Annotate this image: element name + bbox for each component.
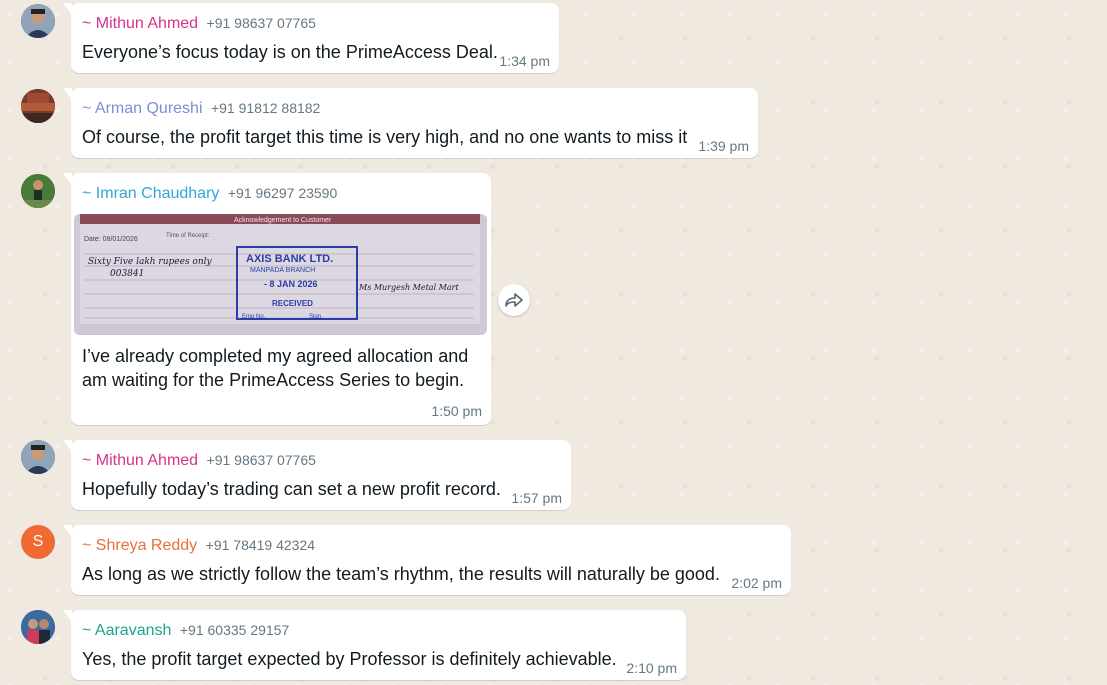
message-time: 1:57 pm [511,490,562,506]
receipt-date: Date: 08/01/2026 [84,236,138,243]
receipt-image[interactable]: Acknowledgement to Customer Date: 08/01/… [74,214,487,335]
message-text: Yes, the profit target expected by Profe… [82,649,617,669]
receipt-beneficiary: Ms Murgesh Metal Mart [358,283,459,292]
message-text-line: am waiting for the PrimeAccess Series to… [82,370,465,390]
message-time: 2:02 pm [731,575,782,591]
message-time: 1:39 pm [698,138,749,154]
sender-line: ~ Mithun Ahmed +91 98637 07765 [82,452,316,470]
sender-name[interactable]: ~ Aaravansh [82,622,171,639]
sender-name[interactable]: ~ Mithun Ahmed [82,15,198,32]
message-text: Of course, the profit target this time i… [82,127,688,147]
avatar[interactable] [21,174,55,208]
message-bubble[interactable]: ~ Shreya Reddy +91 78419 42324 As long a… [63,525,791,595]
sender-name[interactable]: ~ Mithun Ahmed [82,452,198,469]
message-bubble[interactable]: ~ Aaravansh +91 60335 29157 Yes, the pro… [63,610,686,680]
sender-phone: +91 96297 23590 [227,185,338,201]
message-bubble[interactable]: ~ Mithun Ahmed +91 98637 07765 Everyone’… [63,3,559,73]
bank-stamp-date: - 8 JAN 2026 [264,279,318,289]
avatar[interactable] [21,610,55,644]
receipt-photo: Acknowledgement to Customer Date: 08/01/… [74,214,487,335]
receipt-handwriting-amount: Sixty Five lakh rupees only [88,257,213,267]
receipt-header: Acknowledgement to Customer [234,217,332,224]
sender-phone: +91 91812 88182 [210,100,321,116]
sender-phone: +91 98637 07765 [206,452,316,468]
sender-phone: +91 98637 07765 [206,15,316,31]
receipt-time-label: Time of Receipt: [166,233,210,239]
message-time: 1:50 pm [431,403,482,419]
forward-icon [505,293,523,307]
avatar[interactable]: S [21,525,55,559]
forward-button[interactable] [498,284,530,316]
sender-phone: +91 60335 29157 [179,622,290,638]
sender-name[interactable]: ~ Shreya Reddy [82,537,197,554]
avatar-letter: S [32,533,44,550]
sender-line: ~ Shreya Reddy +91 78419 42324 [82,537,315,555]
message-text: Everyone’s focus today is on the PrimeAc… [82,42,498,62]
message-text: Hopefully today’s trading can set a new … [82,479,501,499]
bank-stamp-branch: MANPADA BRANCH [250,267,315,274]
bank-stamp-received: RECEIVED [272,299,313,308]
message-text: As long as we strictly follow the team’s… [82,564,720,584]
sender-phone: +91 78419 42324 [205,537,316,553]
receipt-cheque-number: 003841 [110,269,144,279]
sender-line: ~ Aaravansh +91 60335 29157 [82,622,289,640]
avatar[interactable] [21,440,55,474]
avatar[interactable] [21,4,55,38]
bank-stamp-title: AXIS BANK LTD. [246,253,333,265]
message-bubble[interactable]: ~ Mithun Ahmed +91 98637 07765 Hopefully… [63,440,571,510]
bank-stamp-emp: Emp No. [242,314,266,320]
sender-name[interactable]: ~ Arman Qureshi [82,100,203,117]
message-time: 1:34 pm [499,53,550,69]
sender-line: ~ Imran Chaudhary +91 96297 23590 [82,185,337,203]
avatar[interactable] [21,89,55,123]
message-time: 2:10 pm [626,660,677,676]
sender-line: ~ Mithun Ahmed +91 98637 07765 [82,15,316,33]
sender-name[interactable]: ~ Imran Chaudhary [82,185,219,202]
bank-stamp-sign: Sign [309,314,321,320]
sender-line: ~ Arman Qureshi +91 91812 88182 [82,100,320,118]
message-bubble[interactable]: ~ Imran Chaudhary +91 96297 23590 Acknow… [63,173,491,425]
message-bubble[interactable]: ~ Arman Qureshi +91 91812 88182 Of cours… [63,88,758,158]
message-text-line: I’ve already completed my agreed allocat… [82,346,469,366]
